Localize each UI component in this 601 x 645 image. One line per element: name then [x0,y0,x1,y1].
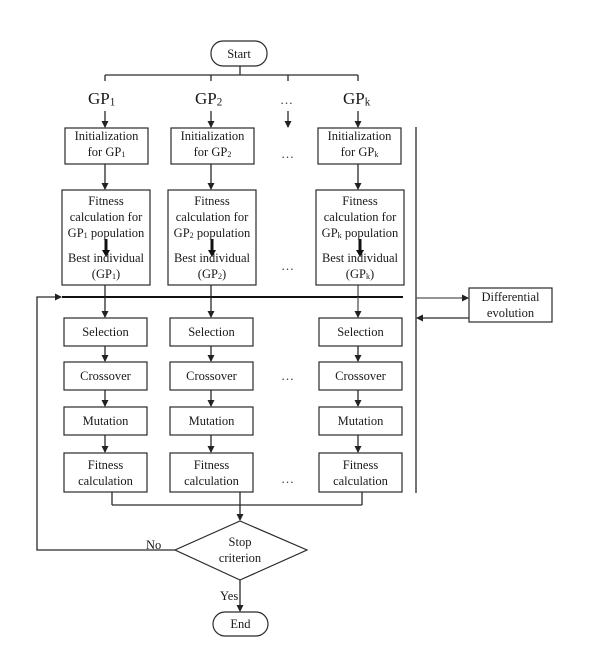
start-terminal: Start [211,41,267,66]
selection-box-gp2: Selection [188,325,235,339]
mutation-box-gp1: Mutation [82,414,129,428]
selection-box-gp1: Selection [82,325,129,339]
box-outlines [61,127,405,493]
init-box-gpk: Initialization for GPk [327,129,392,160]
fitness-pop-box-gpk: Fitness calculation for GPk population B… [321,194,399,281]
gpk-label: GPk [343,89,371,109]
init-box-gp1: Initialization for GP1 [74,129,139,160]
ellipsis-fitness: … [281,471,295,486]
ellipsis-fitness-pop: … [281,258,295,273]
start-label: Start [227,46,251,61]
crossover-box-gp2: Crossover [186,369,237,383]
fitness-box-gp1: Fitness calculation [78,457,133,488]
fitness-pop-box-gp1: Fitness calculation for GP1 population B… [67,194,145,281]
decision-no-label: No [146,538,162,552]
ellipsis-gp: … [280,92,294,107]
differential-evolution-box: Differential evolution [481,290,540,320]
ellipsis-init: … [281,146,295,161]
ellipsis-crossover: … [281,368,295,383]
crossover-box-gp1: Crossover [80,369,131,383]
crossover-box-gpk: Crossover [335,369,386,383]
decision-yes-label: Yes [220,589,239,603]
mutation-box-gp2: Mutation [188,414,235,428]
end-terminal: End [213,612,268,636]
fitness-box-gp2: Fitness calculation [184,457,239,488]
selection-box-gpk: Selection [337,325,384,339]
mutation-box-gpk: Mutation [337,414,384,428]
fitness-box-gpk: Fitness calculation [333,457,388,488]
gp2-label: GP2 [195,89,223,109]
init-box-gp2: Initialization for GP2 [180,129,245,160]
fitness-pop-box-gp2: Fitness calculation for GP2 population B… [173,194,251,281]
gp1-label: GP1 [88,89,116,109]
end-label: End [230,617,251,631]
decision-stop-criterion: Stop criterion [218,535,262,565]
